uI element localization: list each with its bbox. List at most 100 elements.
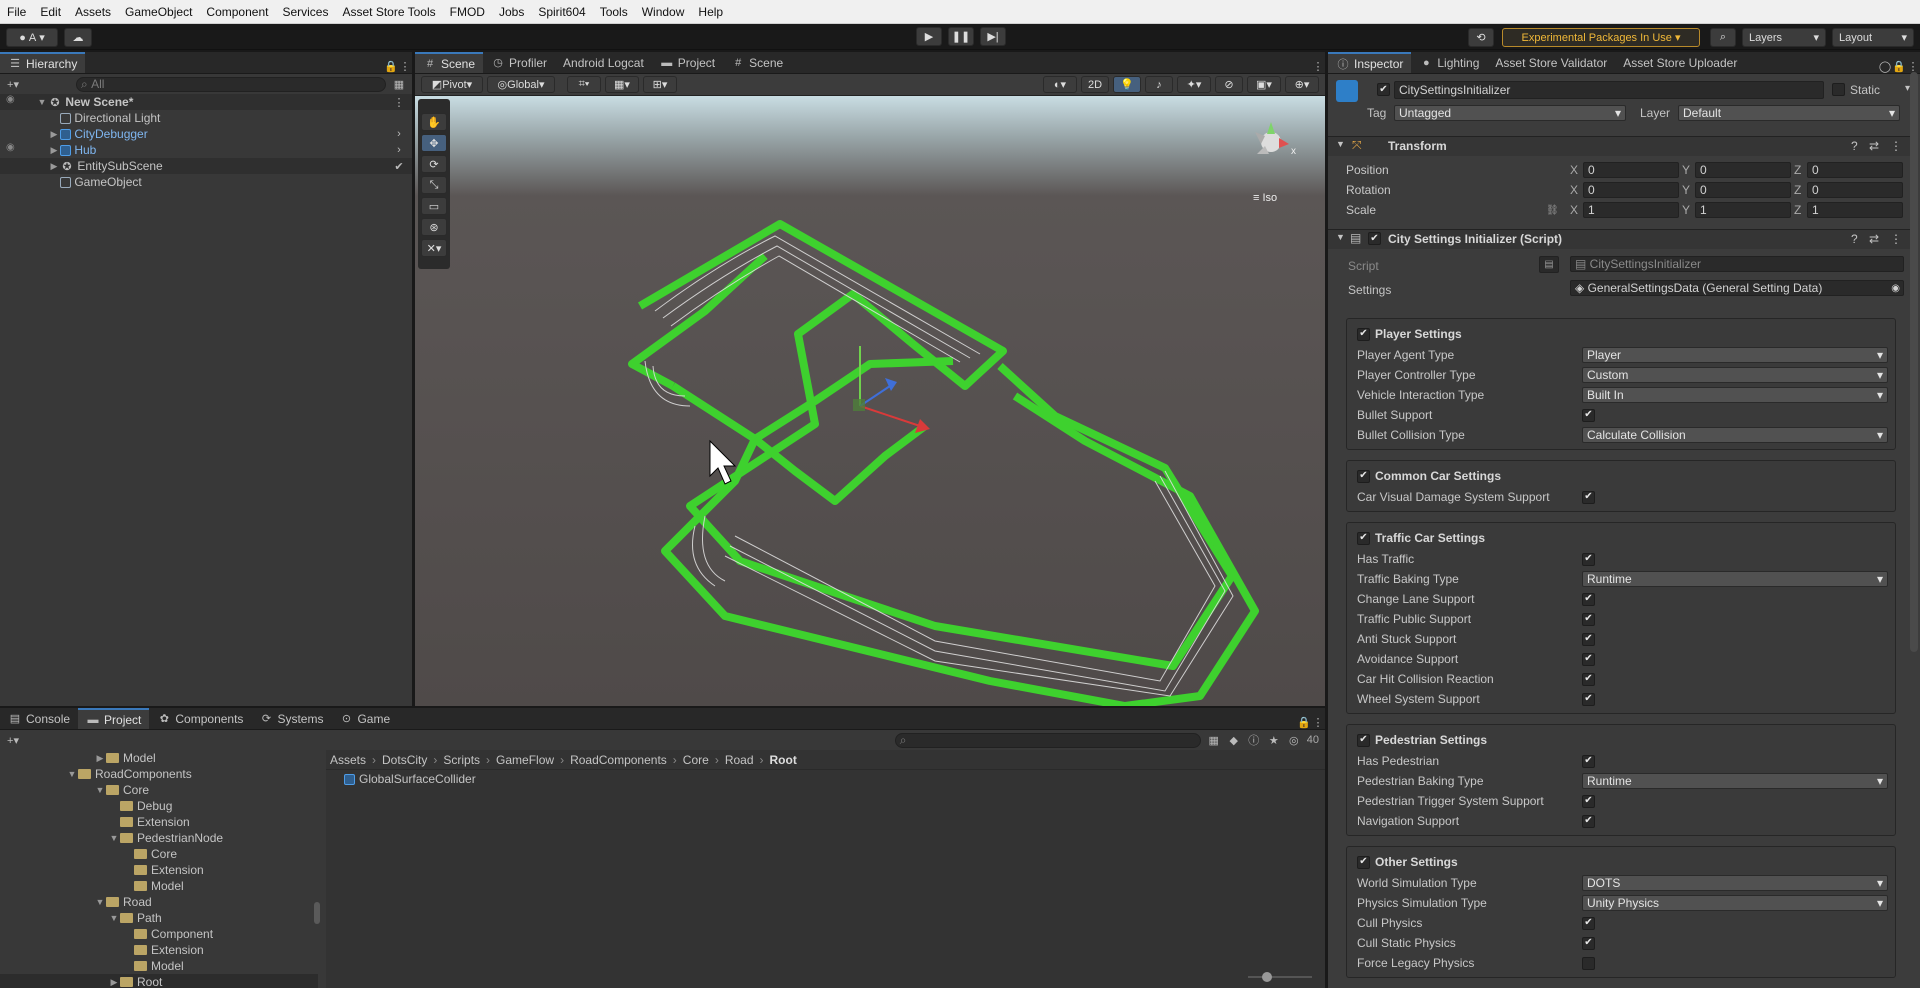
menu-file[interactable]: File <box>0 0 33 24</box>
lock-icon[interactable]: 🔒 <box>1892 59 1906 73</box>
expand-arrow-icon[interactable]: ▼ <box>108 833 120 843</box>
custom-tool[interactable]: ✕▾ <box>421 239 447 257</box>
lighting-toggle[interactable]: 💡 <box>1113 76 1141 93</box>
layers-dropdown[interactable]: Layers ▾ <box>1742 28 1826 47</box>
breadcrumb-item[interactable]: Scripts <box>443 753 480 767</box>
tab-systems[interactable]: ⟳ Systems <box>251 708 331 729</box>
favorite-star-icon[interactable]: ★ <box>1267 733 1281 747</box>
chevron-right-icon[interactable]: › <box>392 127 406 141</box>
tab-console[interactable]: ▤ Console <box>0 708 78 729</box>
move-tool[interactable]: ✥ <box>421 134 447 152</box>
expand-arrow-icon[interactable]: ▶ <box>48 161 60 172</box>
expand-arrow-icon[interactable]: ▶ <box>94 753 106 764</box>
transform-z-field[interactable]: 0 <box>1807 162 1903 178</box>
layer-dropdown[interactable]: Default ▾ <box>1678 105 1900 121</box>
setting-checkbox[interactable]: ✔ <box>1582 692 1595 706</box>
global-dropdown[interactable]: ◎ Global ▾ <box>487 76 555 93</box>
tab-inspector[interactable]: ⓘ Inspector <box>1328 52 1412 73</box>
project-search-input[interactable]: ⌕ <box>894 732 1201 748</box>
constrain-proportions-icon[interactable]: ⛓ <box>1546 205 1559 216</box>
folder-item[interactable]: ▼ Core <box>0 782 318 798</box>
transform-x-field[interactable]: 0 <box>1583 182 1679 198</box>
tab-game[interactable]: ⊙ Game <box>331 708 398 729</box>
setting-dropdown[interactable]: Runtime ▾ <box>1582 773 1888 789</box>
layout-dropdown[interactable]: Layout ▾ <box>1832 28 1914 47</box>
lock-icon[interactable]: 🔒 <box>384 59 398 73</box>
setting-checkbox[interactable]: ✔ <box>1582 754 1595 768</box>
menu-help[interactable]: Help <box>691 0 730 24</box>
menu-window[interactable]: Window <box>635 0 692 24</box>
folder-item[interactable]: ▼ Path <box>0 910 318 926</box>
asset-item[interactable]: GlobalSurfaceCollider <box>326 770 1325 788</box>
setting-checkbox[interactable]: ✔ <box>1582 814 1595 828</box>
cloud-button[interactable]: ☁ <box>64 28 92 47</box>
folder-item[interactable]: Extension <box>0 814 318 830</box>
menu-jobs[interactable]: Jobs <box>492 0 531 24</box>
section-enabled-checkbox[interactable]: ✔ <box>1357 855 1370 869</box>
setting-checkbox[interactable]: ✔ <box>1582 408 1595 422</box>
menu-services[interactable]: Services <box>275 0 335 24</box>
hierarchy-item-directional-light[interactable]: Directional Light <box>0 110 412 126</box>
more-icon[interactable]: ⋮ <box>392 95 406 109</box>
transform-y-field[interactable]: 1 <box>1695 202 1791 218</box>
folder-item[interactable]: Model <box>0 878 318 894</box>
setting-dropdown[interactable]: Built In ▾ <box>1582 387 1888 403</box>
hand-tool[interactable]: ✋ <box>421 113 447 131</box>
folder-item[interactable]: ▶ Root <box>0 974 318 988</box>
checkmark-icon[interactable]: ✔ <box>392 159 406 173</box>
hidden-packages-icon[interactable]: ◎ <box>1287 733 1301 747</box>
scene-viewport[interactable]: ✋ ✥ ⟳ ⤡ ▭ ⊛ ✕▾ x ≡ Iso <box>415 96 1325 706</box>
rect-tool[interactable]: ▭ <box>421 197 447 215</box>
breadcrumb-item[interactable]: DotsCity <box>382 753 427 767</box>
more-icon[interactable]: ⋮ <box>398 59 412 73</box>
account-dropdown[interactable]: ● A ▾ <box>6 28 58 47</box>
icon-size-slider[interactable] <box>1248 972 1312 982</box>
setting-checkbox[interactable]: ✔ <box>1582 592 1595 606</box>
breadcrumb-item[interactable]: Road <box>725 753 754 767</box>
tab-profiler[interactable]: ◷ Profiler <box>483 52 555 73</box>
transform-z-field[interactable]: 0 <box>1807 182 1903 198</box>
folder-item[interactable]: ▼ RoadComponents <box>0 766 318 782</box>
search-filter-icon[interactable]: ▦ <box>392 77 406 91</box>
hierarchy-item-entitysubscene[interactable]: ▶ ✪ EntitySubScene ✔ <box>0 158 412 174</box>
folder-item[interactable]: Model <box>0 958 318 974</box>
tab-project[interactable]: ▬ Project <box>78 708 150 729</box>
play-button[interactable]: ▶ <box>916 27 942 46</box>
hierarchy-item-gameobject[interactable]: GameObject <box>0 174 412 190</box>
breadcrumb-item[interactable]: RoadComponents <box>570 753 667 767</box>
foldout-arrow-icon[interactable]: ▼ <box>1336 232 1345 242</box>
tab-android-logcat[interactable]: Android Logcat <box>555 52 652 73</box>
setting-dropdown[interactable]: Calculate Collision ▾ <box>1582 427 1888 443</box>
increment-snap-button[interactable]: ⊞▾ <box>643 76 677 93</box>
help-icon[interactable]: ? <box>1851 232 1858 246</box>
hidden-objects-toggle[interactable]: ⊘ <box>1215 76 1243 93</box>
tab-lighting[interactable]: ● Lighting <box>1411 52 1487 73</box>
grid-visibility-button[interactable]: ▦▾ <box>605 76 639 93</box>
setting-checkbox[interactable]: ✔ <box>1582 672 1595 686</box>
orientation-gizmo[interactable]: x <box>1245 114 1301 170</box>
menu-spirit604[interactable]: Spirit604 <box>531 0 592 24</box>
audio-toggle[interactable]: ♪ <box>1145 76 1173 93</box>
setting-checkbox[interactable]: ✔ <box>1582 490 1595 504</box>
scene-root-row[interactable]: ▼ ✪ New Scene* ⋮ <box>0 94 412 110</box>
expand-arrow-icon[interactable]: ▼ <box>94 897 106 907</box>
tree-scrollbar[interactable] <box>314 752 322 988</box>
section-enabled-checkbox[interactable]: ✔ <box>1357 531 1370 545</box>
setting-dropdown[interactable]: Runtime ▾ <box>1582 571 1888 587</box>
folder-item[interactable]: Extension <box>0 942 318 958</box>
tab-components[interactable]: ✿ Components <box>149 708 251 729</box>
hierarchy-search-input[interactable]: ⌕ All <box>76 76 386 92</box>
expand-arrow-icon[interactable]: ▼ <box>108 913 120 923</box>
history-button[interactable]: ⟲ <box>1468 28 1494 47</box>
lock-icon[interactable]: 🔒 <box>1297 715 1311 729</box>
folder-item[interactable]: Debug <box>0 798 318 814</box>
menu-asset-store-tools[interactable]: Asset Store Tools <box>335 0 442 24</box>
chevron-right-icon[interactable]: › <box>392 143 406 157</box>
menu-component[interactable]: Component <box>199 0 275 24</box>
help-icon[interactable]: ? <box>1851 139 1858 153</box>
setting-dropdown[interactable]: DOTS ▾ <box>1582 875 1888 891</box>
tag-dropdown[interactable]: Untagged ▾ <box>1394 105 1626 121</box>
pivot-dropdown[interactable]: ◩ Pivot ▾ <box>421 76 483 93</box>
object-name-field[interactable]: CitySettingsInitializer <box>1394 81 1824 99</box>
experimental-packages-dropdown[interactable]: Experimental Packages In Use ▾ <box>1502 28 1700 47</box>
